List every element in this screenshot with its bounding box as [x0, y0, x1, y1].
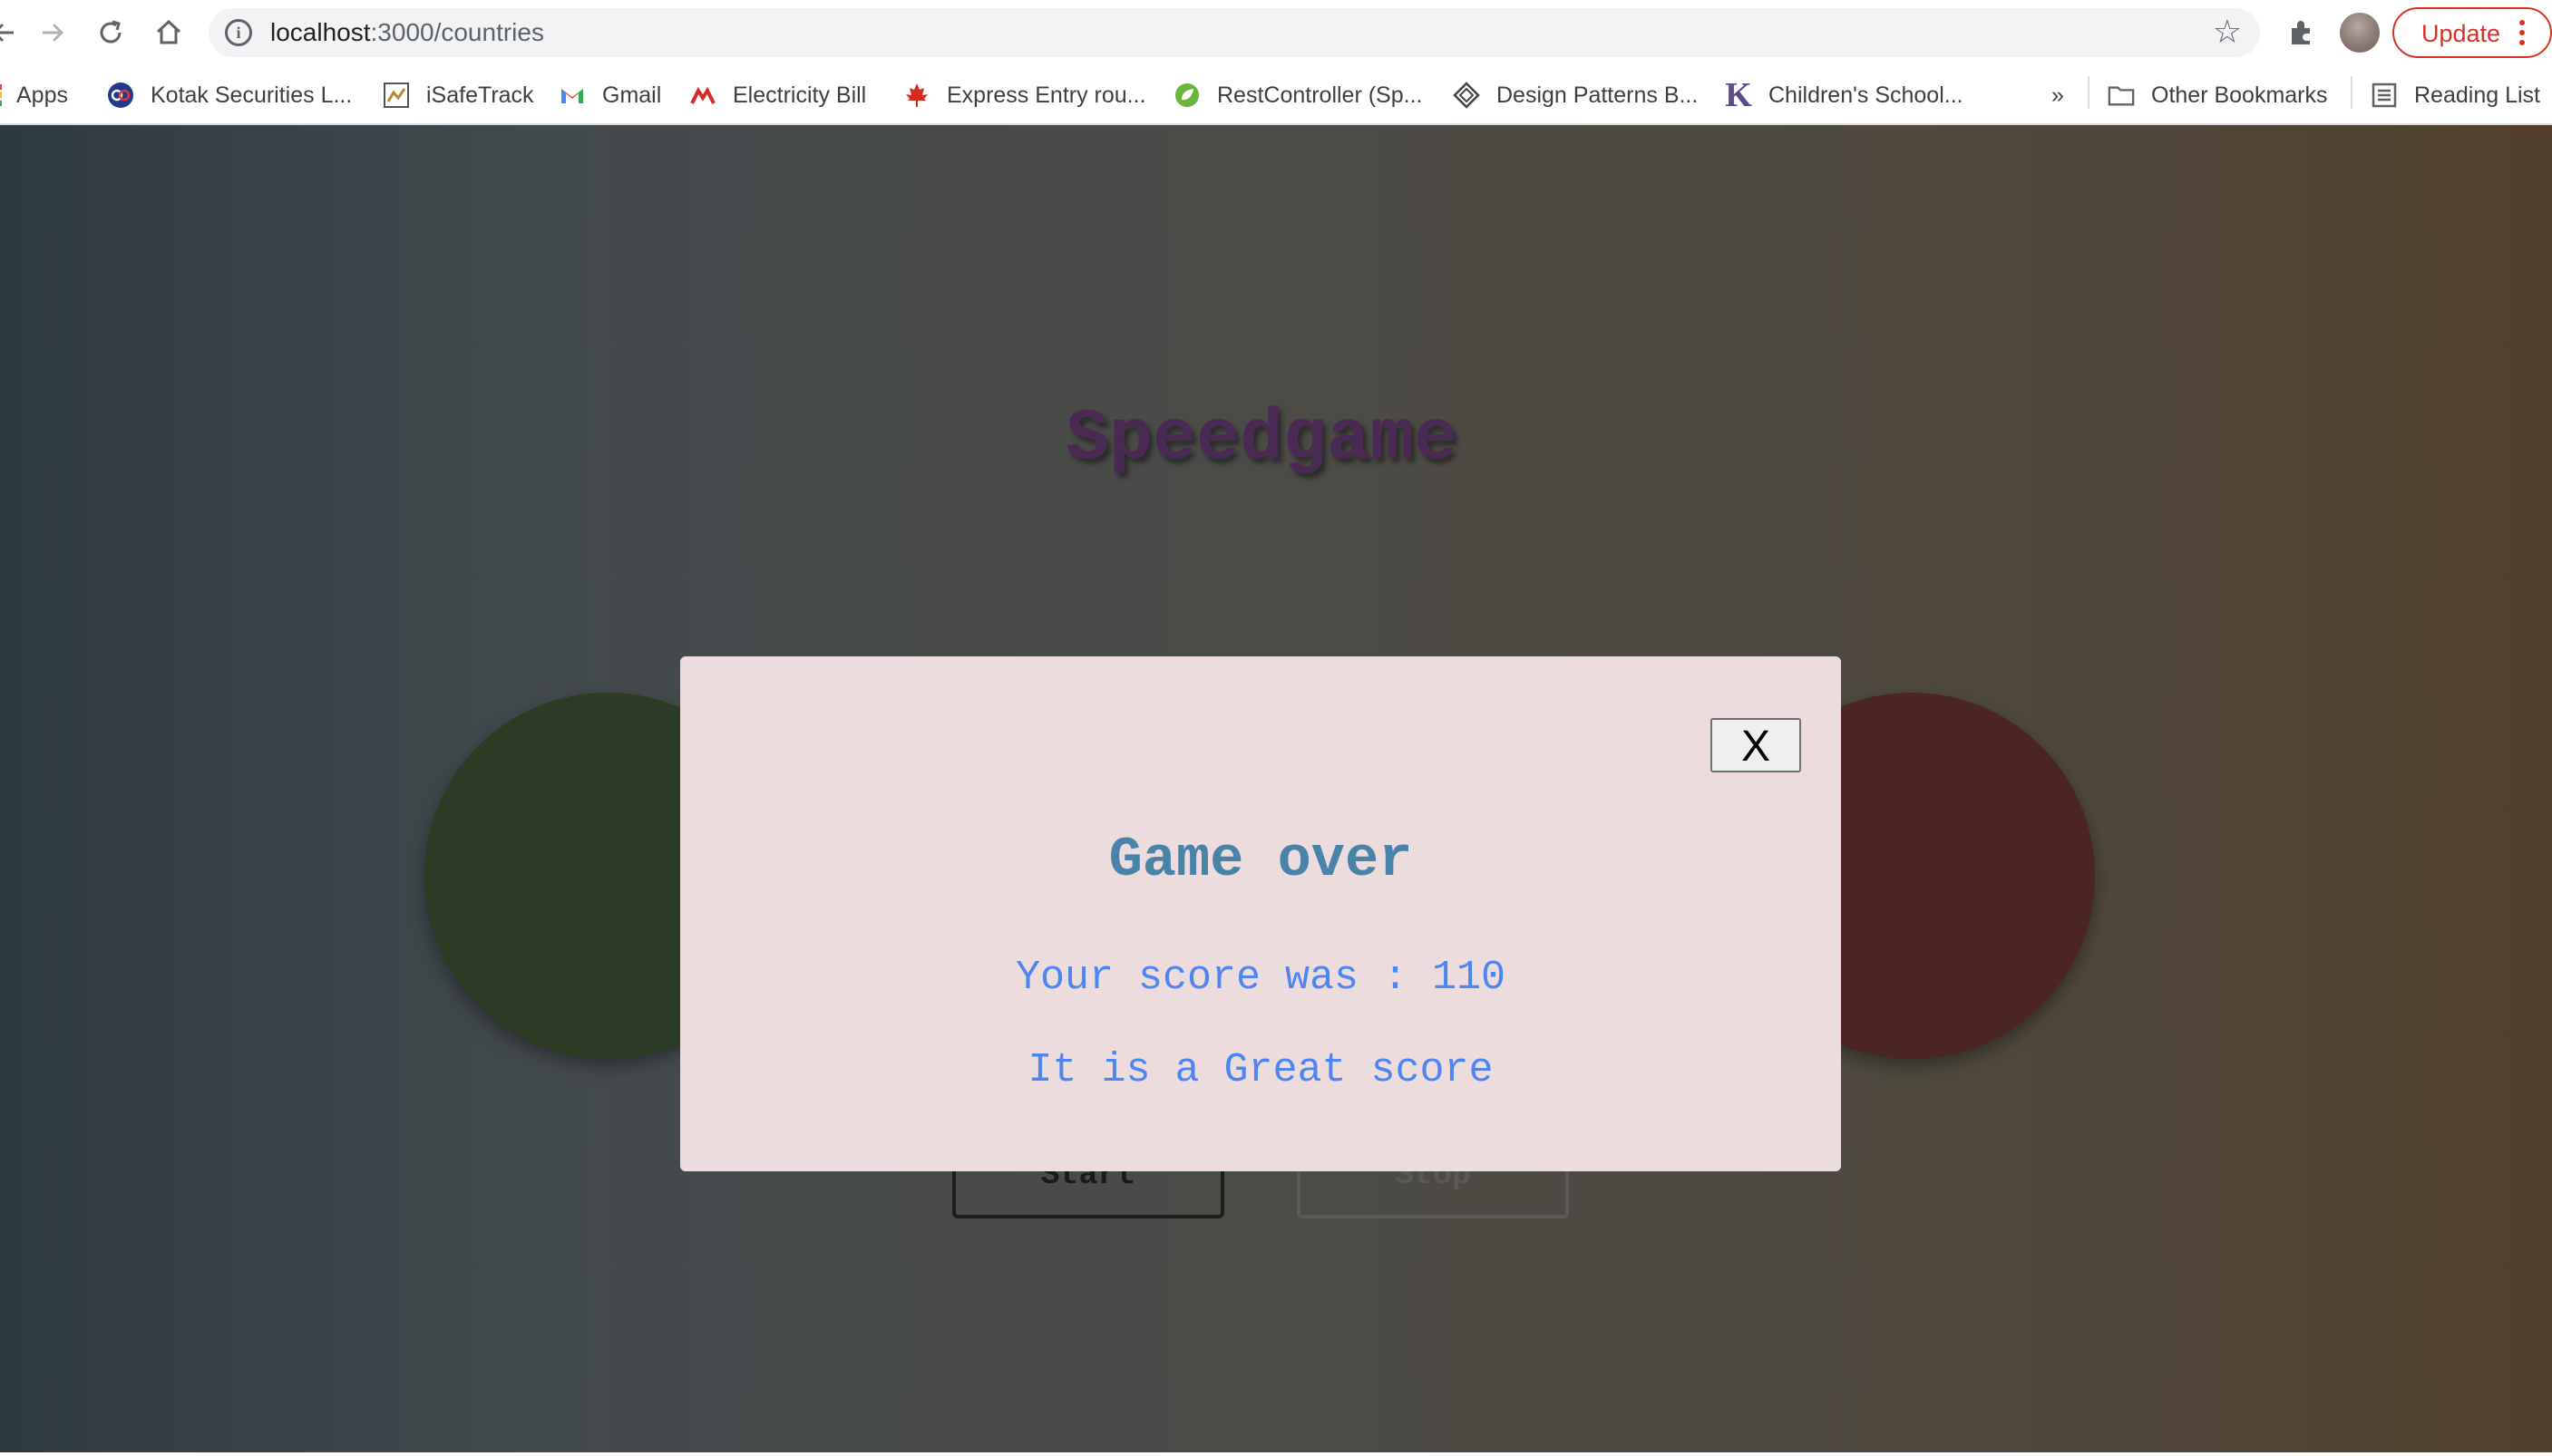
bookmark-star-icon[interactable]: ☆: [2213, 15, 2242, 48]
bookmark-apps[interactable]: Apps: [0, 80, 68, 111]
game-page: Speedgame Start Stop X Game over Your sc…: [0, 125, 2552, 1452]
apps-grid-icon: [0, 82, 4, 109]
gmail-icon: [559, 82, 586, 109]
bookmark-express-entry[interactable]: Express Entry rou...: [903, 80, 1146, 111]
site-info-icon[interactable]: i: [225, 19, 252, 46]
extensions-puzzle-icon[interactable]: [2282, 13, 2322, 53]
game-over-modal: X Game over Your score was : 110 It is a…: [680, 656, 1841, 1171]
url-host: localhost: [270, 18, 371, 46]
bookmark-childrens-school[interactable]: K Children's School...: [1725, 76, 1963, 114]
reload-icon[interactable]: [91, 13, 131, 53]
bookmark-restcontroller[interactable]: RestController (Sp...: [1174, 80, 1422, 111]
folder-icon: [2108, 82, 2135, 109]
home-icon[interactable]: [149, 13, 189, 53]
bookmark-label: Reading List: [2414, 82, 2540, 108]
browser-toolbar: i localhost:3000/countries ☆ Update: [0, 0, 2552, 65]
reading-list-icon: [2371, 82, 2398, 109]
close-label: X: [1740, 723, 1770, 771]
update-button[interactable]: Update: [2392, 7, 2552, 58]
bookmark-label: Children's School...: [1768, 82, 1963, 108]
design-patterns-icon: [1453, 82, 1480, 109]
bookmark-label: Apps: [16, 82, 68, 108]
bookmark-label: Express Entry rou...: [947, 82, 1146, 108]
close-button[interactable]: X: [1710, 718, 1801, 772]
back-icon[interactable]: [0, 13, 24, 53]
bookmark-label: Electricity Bill: [733, 82, 867, 108]
score-message: It is a Great score: [1028, 1047, 1494, 1093]
menu-dots-icon[interactable]: [2519, 20, 2527, 50]
k-letter-icon: K: [1725, 76, 1752, 114]
update-label: Update: [2421, 20, 2501, 47]
bookmark-label: Design Patterns B...: [1496, 82, 1699, 108]
bookmarks-divider: [2351, 76, 2352, 109]
bookmarks-overflow-button[interactable]: »: [2051, 80, 2064, 111]
bookmark-design-patterns[interactable]: Design Patterns B...: [1453, 80, 1698, 111]
bookmark-reading-list[interactable]: Reading List: [2371, 80, 2540, 111]
bookmark-kotak[interactable]: Kotak Securities L...: [107, 80, 352, 111]
modal-heading: Game over: [1108, 828, 1413, 892]
bookmark-other-bookmarks[interactable]: Other Bookmarks: [2108, 80, 2328, 111]
bookmark-label: Gmail: [602, 82, 662, 108]
overflow-chevron-icon: »: [2051, 82, 2064, 108]
isafetrack-icon: [383, 82, 410, 109]
bookmark-gmail[interactable]: Gmail: [559, 80, 661, 111]
bookmark-label: RestController (Sp...: [1217, 82, 1423, 108]
bookmark-label: Kotak Securities L...: [151, 82, 353, 108]
url-path: :3000/countries: [370, 18, 544, 46]
url-text: localhost:3000/countries: [270, 20, 544, 45]
spring-icon: [1174, 82, 1201, 109]
electricity-icon: [689, 82, 716, 109]
address-bar[interactable]: i localhost:3000/countries ☆: [209, 8, 2260, 57]
bookmark-isafetrack[interactable]: iSafeTrack: [383, 80, 534, 111]
bookmark-label: iSafeTrack: [426, 82, 534, 108]
kotak-icon: [107, 82, 134, 109]
profile-avatar[interactable]: [2340, 13, 2380, 53]
score-text: Your score was : 110: [1015, 955, 1506, 1001]
bookmark-label: Other Bookmarks: [2151, 82, 2328, 108]
bookmark-electricity-bill[interactable]: Electricity Bill: [689, 80, 866, 111]
forward-icon[interactable]: [33, 13, 73, 53]
bookmarks-divider: [2088, 76, 2089, 109]
game-title: Speedgame: [1065, 398, 1458, 480]
maple-leaf-icon: [903, 82, 930, 109]
